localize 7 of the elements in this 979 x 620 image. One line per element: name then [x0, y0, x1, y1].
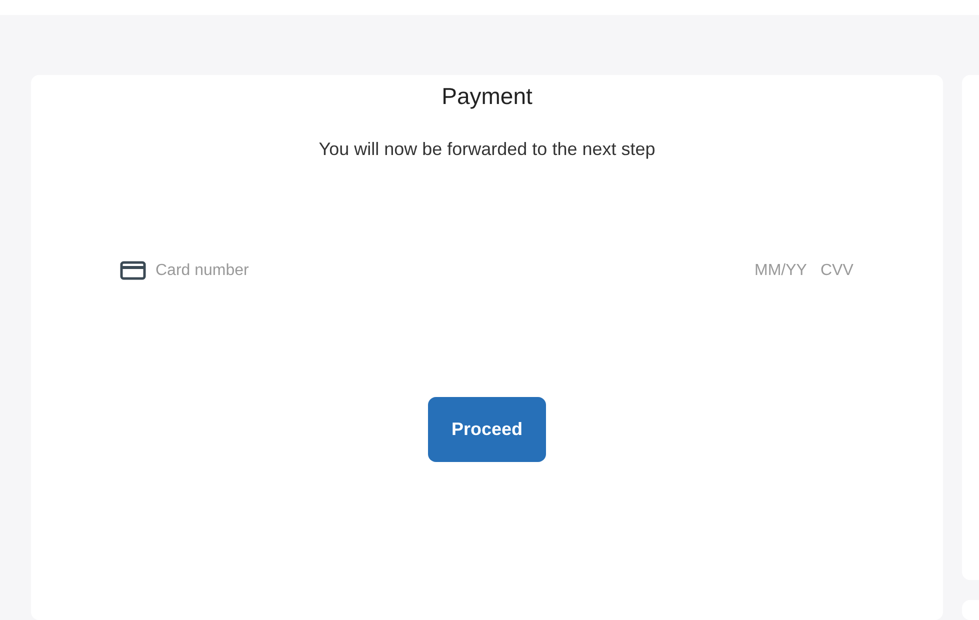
cvv-field[interactable]: CVV	[820, 258, 854, 282]
proceed-button[interactable]: Proceed	[428, 396, 546, 462]
forward-message: You will now be forwarded to the next step	[318, 138, 656, 161]
expiry-field[interactable]: MM/YY	[754, 258, 810, 282]
credit-card-icon	[120, 261, 146, 280]
page-title: Payment	[442, 82, 532, 111]
card-number-field[interactable]: Card number	[156, 258, 744, 282]
